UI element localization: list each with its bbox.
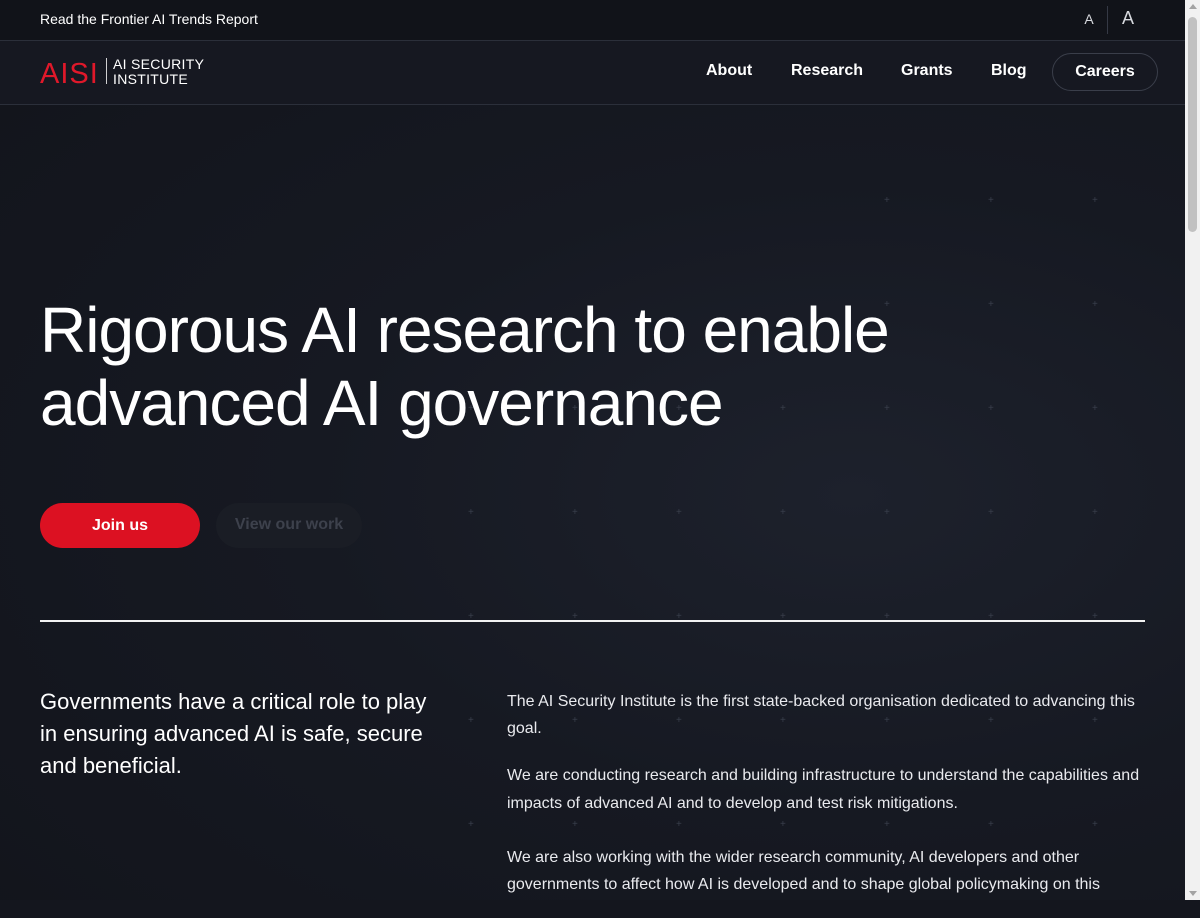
grid-plus-mark: + bbox=[1092, 195, 1098, 206]
grid-plus-mark: + bbox=[780, 507, 786, 518]
hero-title-line2: advanced AI governance bbox=[40, 367, 724, 439]
font-size-divider bbox=[1107, 6, 1108, 34]
grid-plus-mark: + bbox=[468, 715, 474, 726]
careers-button[interactable]: Careers bbox=[1052, 53, 1158, 91]
about-body: The AI Security Institute is the first s… bbox=[507, 688, 1147, 918]
grid-plus-mark: + bbox=[1092, 507, 1098, 518]
logo-wordmark-line2: INSTITUTE bbox=[113, 71, 189, 87]
font-size-large-button[interactable]: A bbox=[1115, 8, 1141, 29]
logo-wordmark-line1: AI SECURITY bbox=[113, 56, 205, 72]
logo-divider bbox=[106, 58, 107, 84]
aisi-logo-mark: AISI bbox=[40, 59, 99, 85]
about-paragraph: The AI Security Institute is the first s… bbox=[507, 693, 1135, 737]
grid-plus-mark: + bbox=[988, 195, 994, 206]
nav-item-about[interactable]: About bbox=[706, 62, 752, 80]
logo-wordmark: AI SECURITY INSTITUTE bbox=[113, 57, 204, 87]
grid-plus-mark: + bbox=[572, 507, 578, 518]
triangle-down-icon[interactable] bbox=[1189, 891, 1197, 896]
join-us-button[interactable]: Join us bbox=[40, 503, 200, 548]
font-size-small-button[interactable]: A bbox=[1078, 11, 1100, 27]
grid-plus-mark: + bbox=[468, 507, 474, 518]
grid-plus-mark: + bbox=[1092, 299, 1098, 310]
grid-plus-mark: + bbox=[884, 195, 890, 206]
nav-item-blog[interactable]: Blog bbox=[991, 62, 1027, 80]
frontier-report-link[interactable]: Read the Frontier AI Trends Report bbox=[40, 11, 258, 27]
section-divider bbox=[40, 620, 1145, 622]
grid-plus-mark: + bbox=[468, 819, 474, 830]
vertical-scrollbar[interactable] bbox=[1185, 0, 1200, 900]
main-navigation: AISI AI SECURITY INSTITUTE About Researc… bbox=[0, 41, 1185, 105]
announcement-bar: Read the Frontier AI Trends Report A A bbox=[0, 0, 1185, 41]
grid-plus-mark: + bbox=[1092, 403, 1098, 414]
about-paragraph: We are conducting research and building … bbox=[507, 767, 1140, 812]
grid-plus-mark: + bbox=[988, 507, 994, 518]
grid-plus-mark: + bbox=[884, 507, 890, 518]
scrollbar-thumb[interactable] bbox=[1188, 17, 1197, 232]
triangle-up-icon[interactable] bbox=[1189, 4, 1197, 9]
svg-text:AISI: AISI bbox=[40, 59, 99, 85]
grid-plus-mark: + bbox=[676, 507, 682, 518]
nav-item-grants[interactable]: Grants bbox=[901, 62, 953, 80]
hero-title-line1: Rigorous AI research to enable bbox=[40, 294, 890, 366]
view-our-work-button[interactable]: View our work bbox=[216, 503, 362, 548]
about-lead: Governments have a critical role to play… bbox=[40, 689, 427, 778]
about-paragraph: We are also working with the wider resea… bbox=[507, 849, 1100, 893]
nav-item-research[interactable]: Research bbox=[791, 62, 863, 80]
hero-title: Rigorous AI research to enable advanced … bbox=[40, 294, 1000, 440]
